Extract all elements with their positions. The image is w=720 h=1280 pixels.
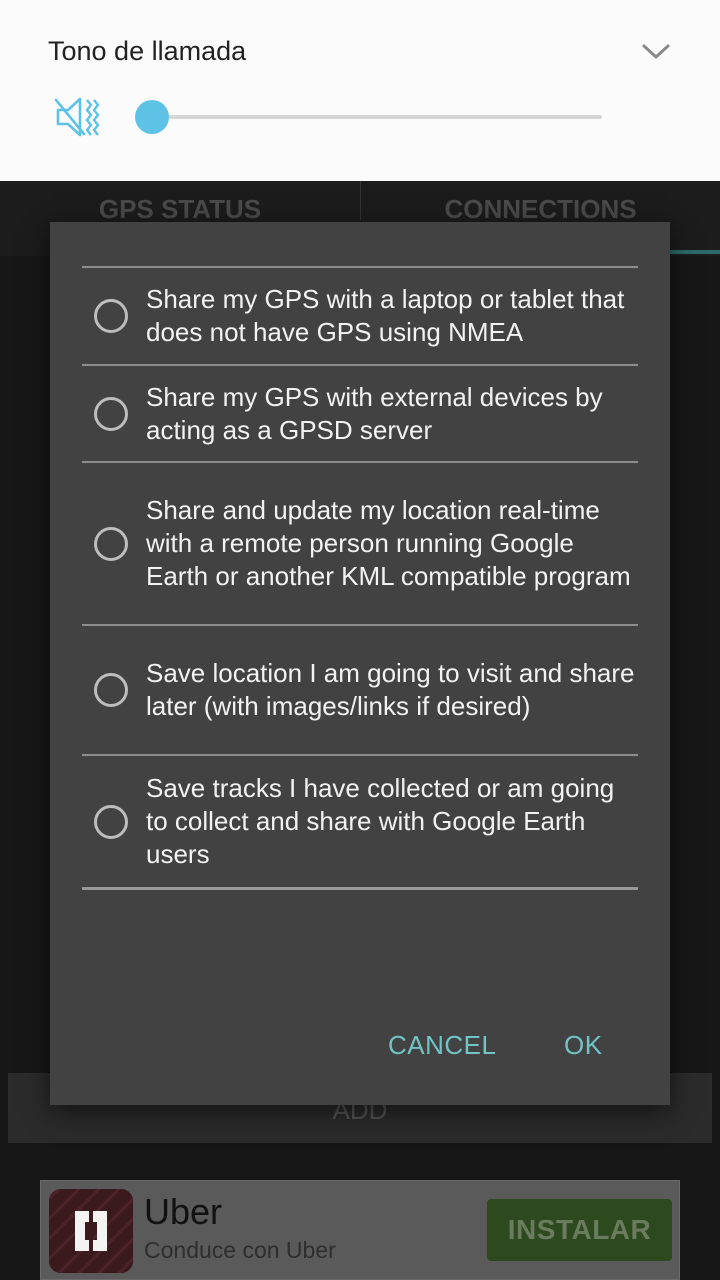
option-item[interactable]: Save location I am going to visit and sh… xyxy=(82,626,638,754)
option-item[interactable]: Share and update my location real-time w… xyxy=(82,463,638,624)
option-label: Share and update my location real-time w… xyxy=(146,495,631,591)
volume-panel: Tono de llamada xyxy=(0,0,720,181)
radio-button[interactable] xyxy=(94,396,128,431)
radio-button[interactable] xyxy=(94,526,128,561)
option-label: Save location I am going to visit and sh… xyxy=(146,658,635,721)
share-options-dialog: Share my GPS with a laptop or tablet tha… xyxy=(50,222,670,1105)
radio-button[interactable] xyxy=(94,673,128,707)
option-label: Save tracks I have collected or am going… xyxy=(146,773,615,869)
radio-button[interactable] xyxy=(94,804,128,839)
option-item[interactable]: Save tracks I have collected or am going… xyxy=(82,756,638,887)
divider xyxy=(82,887,638,890)
volume-slider-track[interactable] xyxy=(152,115,602,119)
volume-stream-title: Tono de llamada xyxy=(48,36,247,66)
speaker-muted-vibrate-icon[interactable] xyxy=(54,94,104,140)
option-item[interactable]: Share my GPS with a laptop or tablet tha… xyxy=(82,268,638,364)
option-item[interactable]: Share my GPS with external devices by ac… xyxy=(82,366,638,461)
radio-button[interactable] xyxy=(94,299,128,333)
chevron-down-icon[interactable] xyxy=(638,36,674,66)
option-label: Share my GPS with external devices by ac… xyxy=(146,381,603,445)
volume-slider-thumb[interactable] xyxy=(135,100,169,134)
cancel-button[interactable]: CANCEL xyxy=(388,1030,496,1061)
ok-button[interactable]: OK xyxy=(564,1030,603,1061)
options-list: Share my GPS with a laptop or tablet tha… xyxy=(82,266,638,890)
option-label: Share my GPS with a laptop or tablet tha… xyxy=(146,284,625,347)
